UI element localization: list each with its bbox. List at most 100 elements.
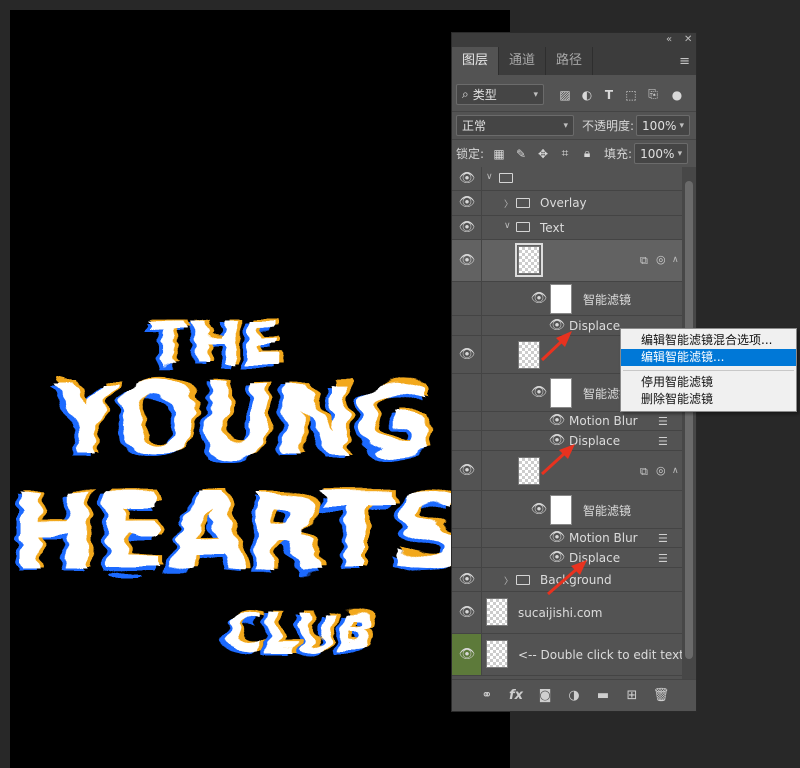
layer-text-group[interactable]: 👁︎ ∨ Text <box>452 216 684 240</box>
visibility-eye-icon[interactable]: 👁︎ <box>548 434 566 448</box>
chevron-down-icon[interactable]: ▾ <box>680 121 685 131</box>
layer-root-group[interactable]: 👁︎ ∨ <box>452 167 684 191</box>
chevron-up-icon[interactable]: ∧ <box>672 466 679 476</box>
visibility-eye-icon[interactable]: 👁︎ <box>458 648 476 662</box>
collapse-icon[interactable]: « <box>666 33 672 47</box>
layer-thumbnail[interactable] <box>518 457 540 485</box>
panel-title-bar: « ✕ <box>452 33 696 47</box>
folder-icon <box>516 575 530 585</box>
filter-motion-blur-2[interactable]: 👁︎ Motion Blur ☰ <box>452 412 684 431</box>
scrollbar-thumb[interactable] <box>685 181 693 659</box>
chevron-right-icon[interactable]: 〉 <box>504 197 513 210</box>
new-group-icon[interactable]: ▬ <box>595 688 611 704</box>
opacity-label: 不透明度: <box>582 119 635 133</box>
fill-field[interactable]: 100% ▾ <box>634 143 689 164</box>
trash-icon[interactable]: 🗑︎ <box>653 688 670 704</box>
filter-kind-select[interactable]: ⌕ 类型 ▾ <box>456 84 544 105</box>
chevron-down-icon[interactable]: ▾ <box>678 149 683 159</box>
visibility-eye-icon[interactable]: 👁︎ <box>458 573 476 587</box>
menu-item-edit-blending-options[interactable]: 编辑智能滤镜混合选项... <box>621 332 796 349</box>
filter-options-icon[interactable]: ☰ <box>658 532 668 545</box>
smart-filter-context-menu: 编辑智能滤镜混合选项... 编辑智能滤镜... 停用智能滤镜 删除智能滤镜 <box>620 328 797 412</box>
smart-filters-label: 智能滤镜 <box>583 504 632 518</box>
photoshop-workspace: THE YOUNG HEARTS CLUB THE YOUNG HEARTS C… <box>0 0 800 768</box>
layer-edit-hint[interactable]: 👁︎ <-- Double click to edit text. <box>452 634 684 676</box>
opacity-field[interactable]: 100% ▾ <box>636 115 691 136</box>
search-icon: ⌕ <box>462 87 469 101</box>
image-filter-icon[interactable]: ▨ <box>556 86 574 104</box>
layer-thumbnail[interactable] <box>486 640 508 668</box>
layer-smart-object-3[interactable]: 👁︎ ⧉ ◎ ∧ <box>452 451 684 491</box>
layer-name-edit-hint: <-- Double click to edit text. <box>518 648 684 662</box>
tab-layers[interactable]: 图层 <box>452 47 500 75</box>
panel-menu-icon[interactable]: ≡ <box>679 54 690 69</box>
visibility-eye-icon[interactable]: 👁︎ <box>458 348 476 362</box>
filter-mask-thumbnail[interactable] <box>550 495 572 525</box>
tab-paths[interactable]: 路径 <box>546 47 594 75</box>
filter-toggle-icon[interactable]: ● <box>668 86 686 104</box>
shape-filter-icon[interactable]: ⬚ <box>622 86 640 104</box>
chevron-up-icon[interactable]: ∧ <box>672 255 679 265</box>
lock-all-icon[interactable]: 🔒︎ <box>578 145 596 163</box>
blend-row: 正常 ▾ 不透明度: 100% ▾ <box>452 112 696 139</box>
link-icon[interactable]: ⚭ <box>479 688 495 704</box>
layer-thumbnail[interactable] <box>486 598 508 626</box>
filter-displace-3[interactable]: 👁︎ Displace ☰ <box>452 548 684 568</box>
document-canvas[interactable]: THE YOUNG HEARTS CLUB THE YOUNG HEARTS C… <box>10 10 510 768</box>
chevron-down-icon[interactable]: ∨ <box>486 172 493 182</box>
lock-brush-icon[interactable]: ✎ <box>512 145 530 163</box>
visibility-eye-icon[interactable]: 👁︎ <box>548 319 566 333</box>
visibility-eye-icon[interactable]: 👁︎ <box>458 464 476 478</box>
visibility-eye-icon[interactable]: 👁︎ <box>530 292 548 306</box>
menu-item-delete-smart-filter[interactable]: 删除智能滤镜 <box>621 391 796 408</box>
menu-item-disable-smart-filter[interactable]: 停用智能滤镜 <box>621 374 796 391</box>
visibility-eye-icon[interactable]: 👁︎ <box>548 414 566 428</box>
visibility-eye-icon[interactable]: 👁︎ <box>458 172 476 186</box>
new-layer-icon[interactable]: ⊞ <box>624 688 640 704</box>
visibility-eye-icon[interactable]: 👁︎ <box>530 503 548 517</box>
layer-site[interactable]: 👁︎ sucaijishi.com <box>452 592 684 634</box>
filter-options-icon[interactable]: ☰ <box>658 435 668 448</box>
fx-icon[interactable]: fx <box>508 688 524 704</box>
filter-mask-thumbnail[interactable] <box>550 284 572 314</box>
lock-artboard-icon[interactable]: ⌗ <box>556 145 574 163</box>
layer-thumbnail[interactable] <box>518 341 540 369</box>
visibility-eye-icon[interactable]: 👁︎ <box>548 551 566 565</box>
layer-smart-object-1[interactable]: 👁︎ ⧉ ◎ ∧ <box>452 240 684 282</box>
type-filter-icon[interactable]: T <box>600 86 618 104</box>
layer-thumbnail[interactable] <box>515 243 543 277</box>
menu-item-edit-smart-filter[interactable]: 编辑智能滤镜... <box>621 349 796 366</box>
filter-effects-icon: ◎ <box>656 464 666 477</box>
lock-position-icon[interactable]: ✥ <box>534 145 552 163</box>
layer-background-group[interactable]: 👁︎ 〉 Background <box>452 568 684 592</box>
smart-filters-row-3[interactable]: 👁︎ 智能滤镜 <box>452 491 684 529</box>
filter-motion-blur-3[interactable]: 👁︎ Motion Blur ☰ <box>452 529 684 548</box>
opacity-value: 100% <box>642 118 677 133</box>
visibility-eye-icon[interactable]: 👁︎ <box>458 254 476 268</box>
filter-displace-2[interactable]: 👁︎ Displace ☰ <box>452 431 684 451</box>
close-icon[interactable]: ✕ <box>684 33 692 47</box>
adjustment-filter-icon[interactable]: ◐ <box>578 86 596 104</box>
chevron-right-icon[interactable]: 〉 <box>504 574 513 587</box>
smart-object-filter-icon[interactable]: ⎘ <box>644 86 662 104</box>
visibility-eye-icon[interactable]: 👁︎ <box>458 196 476 210</box>
visibility-eye-icon[interactable]: 👁︎ <box>530 386 548 400</box>
filter-mask-thumbnail[interactable] <box>550 378 572 408</box>
blend-mode-select[interactable]: 正常 ▾ <box>456 115 574 136</box>
visibility-eye-icon[interactable]: 👁︎ <box>458 221 476 235</box>
layers-scrollbar[interactable] <box>682 167 696 679</box>
lock-transparent-icon[interactable]: ▦ <box>490 145 508 163</box>
adjustment-layer-icon[interactable]: ◑ <box>566 688 582 704</box>
smart-filters-row-1[interactable]: 👁︎ 智能滤镜 <box>452 282 684 316</box>
visibility-eye-icon[interactable]: 👁︎ <box>458 606 476 620</box>
add-mask-icon[interactable]: ◙ <box>537 688 553 704</box>
chevron-down-icon[interactable]: ∨ <box>504 221 511 231</box>
folder-icon <box>516 222 530 232</box>
tab-channels[interactable]: 通道 <box>499 47 547 75</box>
layer-overlay-group[interactable]: 👁︎ 〉 Overlay <box>452 191 684 216</box>
smart-object-icon: ⧉ <box>640 465 648 478</box>
filter-options-icon[interactable]: ☰ <box>658 552 668 565</box>
filter-options-icon[interactable]: ☰ <box>658 415 668 428</box>
visibility-eye-icon[interactable]: 👁︎ <box>548 531 566 545</box>
layer-name-background: Background <box>540 573 612 587</box>
